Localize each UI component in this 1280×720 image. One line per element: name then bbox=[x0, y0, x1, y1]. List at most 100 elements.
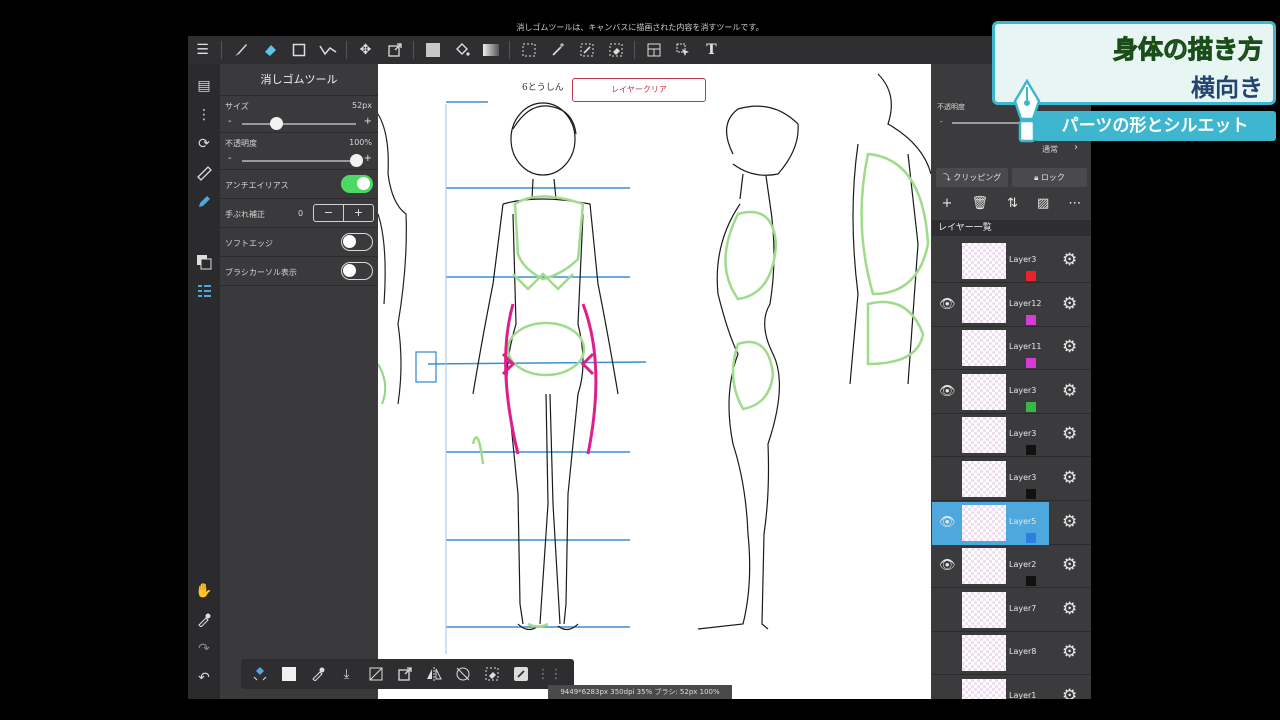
soft-edge-toggle[interactable] bbox=[341, 233, 373, 251]
antialias-toggle[interactable] bbox=[341, 175, 373, 193]
visibility-eye-icon[interactable] bbox=[939, 340, 955, 356]
layer-row[interactable]: 👁︎ Layer3 ⚙ bbox=[932, 371, 1091, 414]
eyedropper-bottom-icon[interactable] bbox=[303, 659, 332, 689]
layer-settings-gear-icon[interactable]: ⚙ bbox=[1062, 381, 1077, 401]
opacity-slider[interactable] bbox=[242, 160, 356, 162]
lock-button[interactable]: 🔒︎ ロック bbox=[1012, 168, 1087, 187]
size-slider[interactable] bbox=[242, 123, 356, 125]
layer-settings-gear-icon[interactable]: ⚙ bbox=[1062, 424, 1077, 444]
hand-tool-icon[interactable]: ✋ bbox=[192, 579, 216, 603]
drawing-canvas[interactable]: 6とうしん レイヤークリア bbox=[378, 64, 931, 699]
layer-color-tag bbox=[1026, 401, 1036, 412]
stabilizer-increase-button[interactable]: + bbox=[344, 205, 373, 221]
layer-settings-gear-icon[interactable]: ⚙ bbox=[1062, 294, 1077, 314]
gradient-tool-icon[interactable] bbox=[476, 36, 505, 64]
layer-clear-button[interactable]: レイヤークリア bbox=[572, 78, 706, 102]
select-all-icon[interactable] bbox=[274, 659, 303, 689]
select-tool-icon[interactable] bbox=[514, 36, 543, 64]
visibility-eye-icon[interactable] bbox=[939, 471, 955, 487]
layer-row[interactable]: Layer7 ⚙ bbox=[932, 589, 1091, 632]
import-icon[interactable]: ⤓ bbox=[332, 659, 361, 689]
menu-icon[interactable]: ☰ bbox=[188, 36, 217, 64]
layer-settings-gear-icon[interactable]: ⚙ bbox=[1062, 686, 1077, 699]
pen-tool-icon[interactable] bbox=[192, 190, 216, 214]
ruler-icon[interactable] bbox=[192, 161, 216, 185]
color-swap-icon[interactable] bbox=[192, 250, 216, 274]
layer-settings-gear-icon[interactable]: ⚙ bbox=[1062, 599, 1077, 619]
clipping-icon: ⤵ bbox=[942, 173, 951, 182]
fill-color-icon[interactable] bbox=[418, 36, 447, 64]
bucket-tool-icon[interactable] bbox=[447, 36, 476, 64]
layer-settings-gear-icon[interactable]: ⚙ bbox=[1062, 250, 1077, 270]
clear-selection-icon[interactable] bbox=[477, 659, 506, 689]
layer-settings-gear-icon[interactable]: ⚙ bbox=[1062, 642, 1077, 662]
layer-row[interactable]: Layer11 ⚙ bbox=[932, 327, 1091, 371]
layer-row[interactable]: Layer3 ⚙ bbox=[932, 458, 1091, 501]
size-decrease-button[interactable]: - bbox=[228, 116, 232, 127]
rotate-canvas-icon[interactable]: ⟳ bbox=[192, 132, 216, 156]
layer-opacity-minus[interactable]: - bbox=[940, 118, 943, 126]
more-options-icon[interactable]: ⋯ bbox=[1068, 196, 1081, 216]
layer-row[interactable]: Layer8 ⚙ bbox=[932, 632, 1091, 676]
select-eraser-icon[interactable] bbox=[601, 36, 630, 64]
layer-row[interactable]: Layer3 ⚙ bbox=[932, 414, 1091, 458]
add-layer-icon[interactable]: + bbox=[942, 196, 953, 216]
layer-panel-toggle-icon[interactable] bbox=[192, 279, 216, 303]
transform-bottom-icon[interactable] bbox=[390, 659, 419, 689]
transform-tool-icon[interactable] bbox=[380, 36, 409, 64]
clipping-button[interactable]: ⤵ クリッピング bbox=[936, 168, 1008, 187]
shape-tool-icon[interactable] bbox=[284, 36, 313, 64]
layer-settings-gear-icon[interactable]: ⚙ bbox=[1062, 512, 1077, 532]
visibility-eye-icon[interactable] bbox=[939, 689, 955, 699]
layer-row[interactable]: Layer3 ⚙ bbox=[932, 240, 1091, 283]
flip-icon[interactable] bbox=[419, 659, 448, 689]
delete-layer-icon[interactable]: 🗑︎ bbox=[972, 196, 989, 216]
visibility-eye-icon[interactable]: 👁︎ bbox=[939, 558, 956, 574]
layer-row[interactable]: 👁︎ Layer12 ⚙ bbox=[932, 284, 1091, 327]
blend-mode-select[interactable]: 通常 bbox=[1042, 144, 1058, 155]
visibility-eye-icon[interactable] bbox=[939, 602, 955, 618]
text-tool-icon[interactable]: T bbox=[697, 36, 726, 64]
rotate-lock-icon[interactable] bbox=[448, 659, 477, 689]
selection-move-icon[interactable] bbox=[245, 659, 274, 689]
visibility-eye-icon[interactable] bbox=[939, 253, 955, 269]
visibility-eye-icon[interactable]: 👁︎ bbox=[939, 297, 956, 313]
layer-settings-gear-icon[interactable]: ⚙ bbox=[1062, 468, 1077, 488]
visibility-eye-icon[interactable]: 👁︎ bbox=[939, 515, 956, 531]
edit-selection-icon[interactable] bbox=[506, 659, 535, 689]
selection-list-icon[interactable]: ⋮ bbox=[192, 103, 216, 127]
layer-row[interactable]: 👁︎ Layer5 ⚙ bbox=[932, 501, 1091, 545]
panel-layout-icon[interactable] bbox=[639, 36, 668, 64]
layer-name: Layer11 bbox=[1009, 342, 1042, 352]
magic-wand-icon[interactable] bbox=[543, 36, 572, 64]
layer-settings-gear-icon[interactable]: ⚙ bbox=[1062, 555, 1077, 575]
undo-icon[interactable]: ↶ bbox=[192, 666, 216, 690]
size-slider-knob[interactable] bbox=[269, 117, 283, 130]
brush-tool-icon[interactable] bbox=[226, 36, 255, 64]
redo-icon[interactable]: ↷ bbox=[192, 637, 216, 661]
move-layer-icon[interactable]: ⇅ bbox=[1007, 196, 1018, 216]
layer-row[interactable]: Layer1 ⚙ bbox=[932, 676, 1091, 699]
layer-row[interactable]: 👁︎ Layer2 ⚙ bbox=[932, 545, 1091, 589]
layer-image-icon[interactable]: ▨ bbox=[1037, 196, 1049, 216]
visibility-eye-icon[interactable] bbox=[939, 645, 955, 661]
opacity-increase-button[interactable]: + bbox=[364, 153, 372, 164]
layer-thumbnail bbox=[962, 330, 1036, 369]
object-select-icon[interactable] bbox=[668, 36, 697, 64]
visibility-eye-icon[interactable] bbox=[939, 427, 955, 443]
size-increase-button[interactable]: + bbox=[364, 116, 372, 127]
visibility-eye-icon[interactable]: 👁︎ bbox=[939, 384, 956, 400]
opacity-decrease-button[interactable]: - bbox=[228, 153, 232, 164]
deselect-icon[interactable] bbox=[361, 659, 390, 689]
eraser-tool-icon[interactable] bbox=[255, 36, 284, 64]
brush-cursor-toggle[interactable] bbox=[341, 262, 373, 280]
pages-icon[interactable]: ▤ bbox=[192, 74, 216, 98]
eyedropper-icon[interactable] bbox=[192, 608, 216, 632]
stabilizer-stepper[interactable]: − + bbox=[313, 204, 374, 222]
stabilizer-decrease-button[interactable]: − bbox=[314, 205, 344, 221]
select-pen-icon[interactable] bbox=[572, 36, 601, 64]
layer-settings-gear-icon[interactable]: ⚙ bbox=[1062, 337, 1077, 357]
move-tool-icon[interactable]: ✥ bbox=[351, 36, 380, 64]
opacity-slider-knob[interactable] bbox=[349, 154, 363, 167]
vector-tool-icon[interactable] bbox=[313, 36, 342, 64]
